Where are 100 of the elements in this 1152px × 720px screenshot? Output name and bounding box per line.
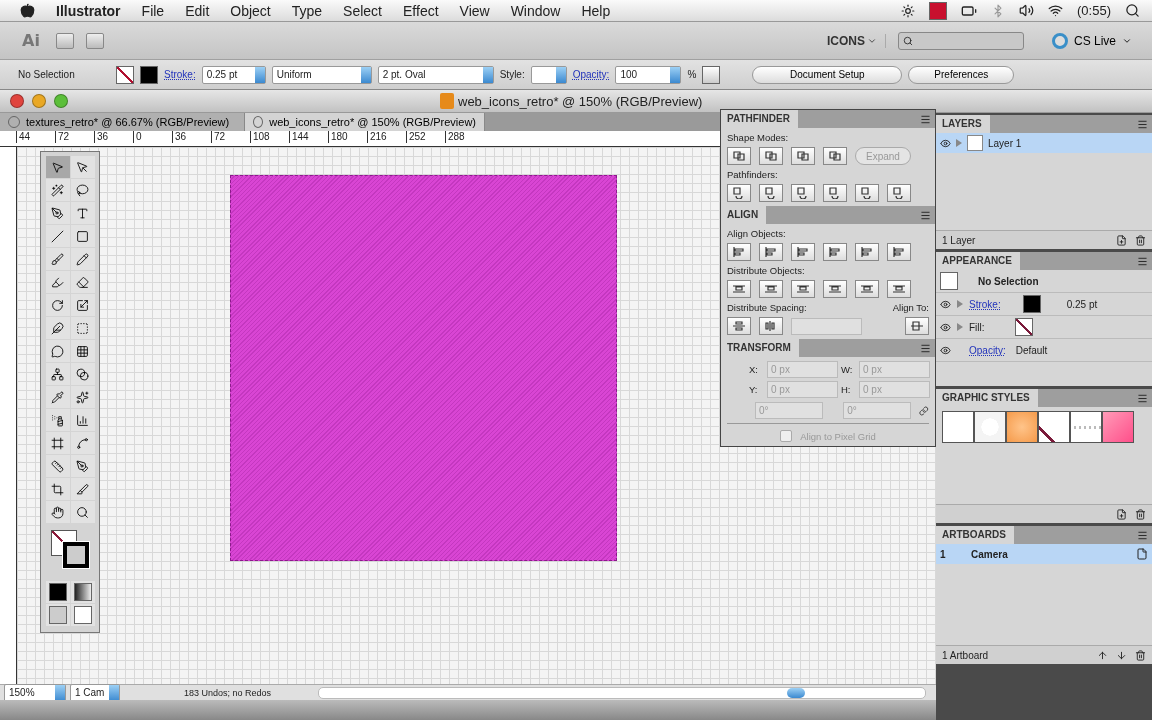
artboards-tab[interactable]: ARTBOARDS (936, 526, 1014, 544)
pathfinder-button[interactable] (855, 184, 879, 202)
menu-item[interactable]: Effect (403, 2, 439, 19)
panel-menu-icon[interactable] (1137, 392, 1148, 404)
tool-button[interactable] (45, 432, 70, 454)
tool-button[interactable] (70, 363, 95, 385)
horizontal-scrollbar[interactable] (318, 686, 926, 699)
layer-row[interactable]: Layer 1 (936, 133, 1152, 153)
graphic-style-swatch[interactable] (942, 411, 974, 443)
tool-button[interactable] (45, 363, 70, 385)
pathfinder-tab[interactable]: PATHFINDER (721, 110, 798, 128)
shape-mode-button[interactable] (727, 147, 751, 165)
menu-item[interactable]: Object (230, 2, 271, 19)
tool-button[interactable] (70, 156, 95, 178)
tool-button[interactable] (45, 455, 70, 477)
tool-button[interactable] (45, 294, 70, 316)
cs-live-button[interactable]: CS Live (1045, 31, 1138, 50)
tool-button[interactable] (70, 478, 95, 500)
arrange-documents-button[interactable] (86, 32, 104, 49)
appearance-row[interactable]: Stroke: 0.25 pt (936, 293, 1152, 316)
spacing-field[interactable] (791, 317, 862, 335)
eye-icon[interactable] (940, 298, 951, 310)
attribute-link[interactable]: Stroke: (969, 298, 1001, 310)
menu-item[interactable]: Type (291, 2, 323, 19)
panel-menu-icon[interactable] (920, 113, 931, 125)
tool-button[interactable] (70, 225, 95, 247)
align-button[interactable] (855, 243, 879, 261)
graphic-style-swatch[interactable] (1006, 411, 1038, 443)
zoom-button[interactable] (54, 94, 68, 108)
screen-mode-button[interactable] (70, 604, 95, 626)
up-arrow-icon[interactable] (1097, 649, 1108, 661)
tool-button[interactable] (45, 202, 70, 224)
stroke-swatch[interactable] (63, 542, 89, 568)
fill-swatch[interactable] (116, 65, 134, 84)
layers-tab[interactable]: LAYERS (936, 115, 990, 133)
trash-icon[interactable] (1135, 234, 1146, 246)
align-tab[interactable]: ALIGN (721, 206, 767, 224)
panel-menu-icon[interactable] (920, 209, 931, 221)
align-button[interactable] (759, 243, 783, 261)
document-tab[interactable]: textures_retro* @ 66.67% (RGB/Preview) (0, 113, 245, 131)
tool-button[interactable] (70, 271, 95, 293)
stroke-weight-field[interactable]: 0.25 pt (201, 65, 266, 84)
panel-menu-icon[interactable] (1137, 529, 1148, 541)
align-button[interactable] (791, 243, 815, 261)
menu-item[interactable]: View (459, 2, 490, 19)
pathfinder-button[interactable] (727, 184, 751, 202)
distribute-button[interactable] (791, 280, 815, 298)
graphic-style-swatch[interactable] (1038, 411, 1070, 443)
workspace-switcher[interactable]: ICONS (818, 33, 886, 48)
down-arrow-icon[interactable] (1116, 649, 1127, 661)
eye-icon[interactable] (940, 344, 951, 356)
appearance-row[interactable]: Opacity: Default (936, 339, 1152, 362)
trash-icon[interactable] (1135, 649, 1146, 661)
distribute-button[interactable] (759, 280, 783, 298)
opacity-link[interactable]: Opacity: (572, 69, 610, 80)
eye-icon[interactable] (940, 137, 951, 149)
pathfinder-button[interactable] (791, 184, 815, 202)
tool-button[interactable] (70, 248, 95, 270)
panel-menu-icon[interactable] (1137, 118, 1148, 130)
graphic-styles-tab[interactable]: GRAPHIC STYLES (936, 389, 1038, 407)
app-menu[interactable]: Illustrator (56, 2, 121, 19)
pathfinder-button[interactable] (823, 184, 847, 202)
tool-button[interactable] (45, 179, 70, 201)
tool-button[interactable] (70, 432, 95, 454)
search-icon[interactable] (1125, 3, 1140, 18)
search-field[interactable] (897, 31, 1024, 50)
opacity-field[interactable]: 100 (615, 65, 682, 84)
volume-icon[interactable] (1019, 3, 1035, 18)
tool-button[interactable] (45, 501, 70, 523)
distribute-button[interactable] (887, 280, 911, 298)
panel-menu-icon[interactable] (920, 342, 931, 354)
menu-item[interactable]: Window (510, 2, 561, 19)
graphic-style-swatch[interactable] (974, 411, 1006, 443)
sun-icon[interactable] (901, 3, 916, 18)
menu-item[interactable]: Edit (185, 2, 210, 19)
tool-button[interactable] (70, 409, 95, 431)
wifi-icon[interactable] (1048, 3, 1064, 18)
artboard-row[interactable]: 1 Camera (936, 544, 1152, 564)
distribute-button[interactable] (823, 280, 847, 298)
align-button[interactable] (823, 243, 847, 261)
tool-button[interactable] (45, 317, 70, 339)
tool-button[interactable] (70, 340, 95, 362)
new-style-icon[interactable] (1116, 508, 1127, 520)
align-button[interactable] (887, 243, 911, 261)
stroke-swatch[interactable] (1022, 295, 1041, 313)
menu-item[interactable]: File (141, 2, 165, 19)
shape-mode-button[interactable] (759, 147, 783, 165)
document-tab[interactable]: web_icons_retro* @ 150% (RGB/Preview) (245, 113, 485, 131)
pathfinder-button[interactable] (759, 184, 783, 202)
tool-button[interactable] (45, 271, 70, 293)
transparency-button[interactable] (702, 65, 721, 84)
menu-item[interactable]: Select (343, 2, 382, 19)
align-to-dropdown[interactable] (905, 317, 929, 335)
panel-menu-icon[interactable] (1137, 255, 1148, 267)
tool-button[interactable] (70, 501, 95, 523)
bridge-button[interactable] (56, 32, 74, 49)
tool-button[interactable] (70, 294, 95, 316)
trash-icon[interactable] (1135, 508, 1146, 520)
minimize-button[interactable] (32, 94, 46, 108)
spacing-button[interactable] (759, 317, 783, 335)
